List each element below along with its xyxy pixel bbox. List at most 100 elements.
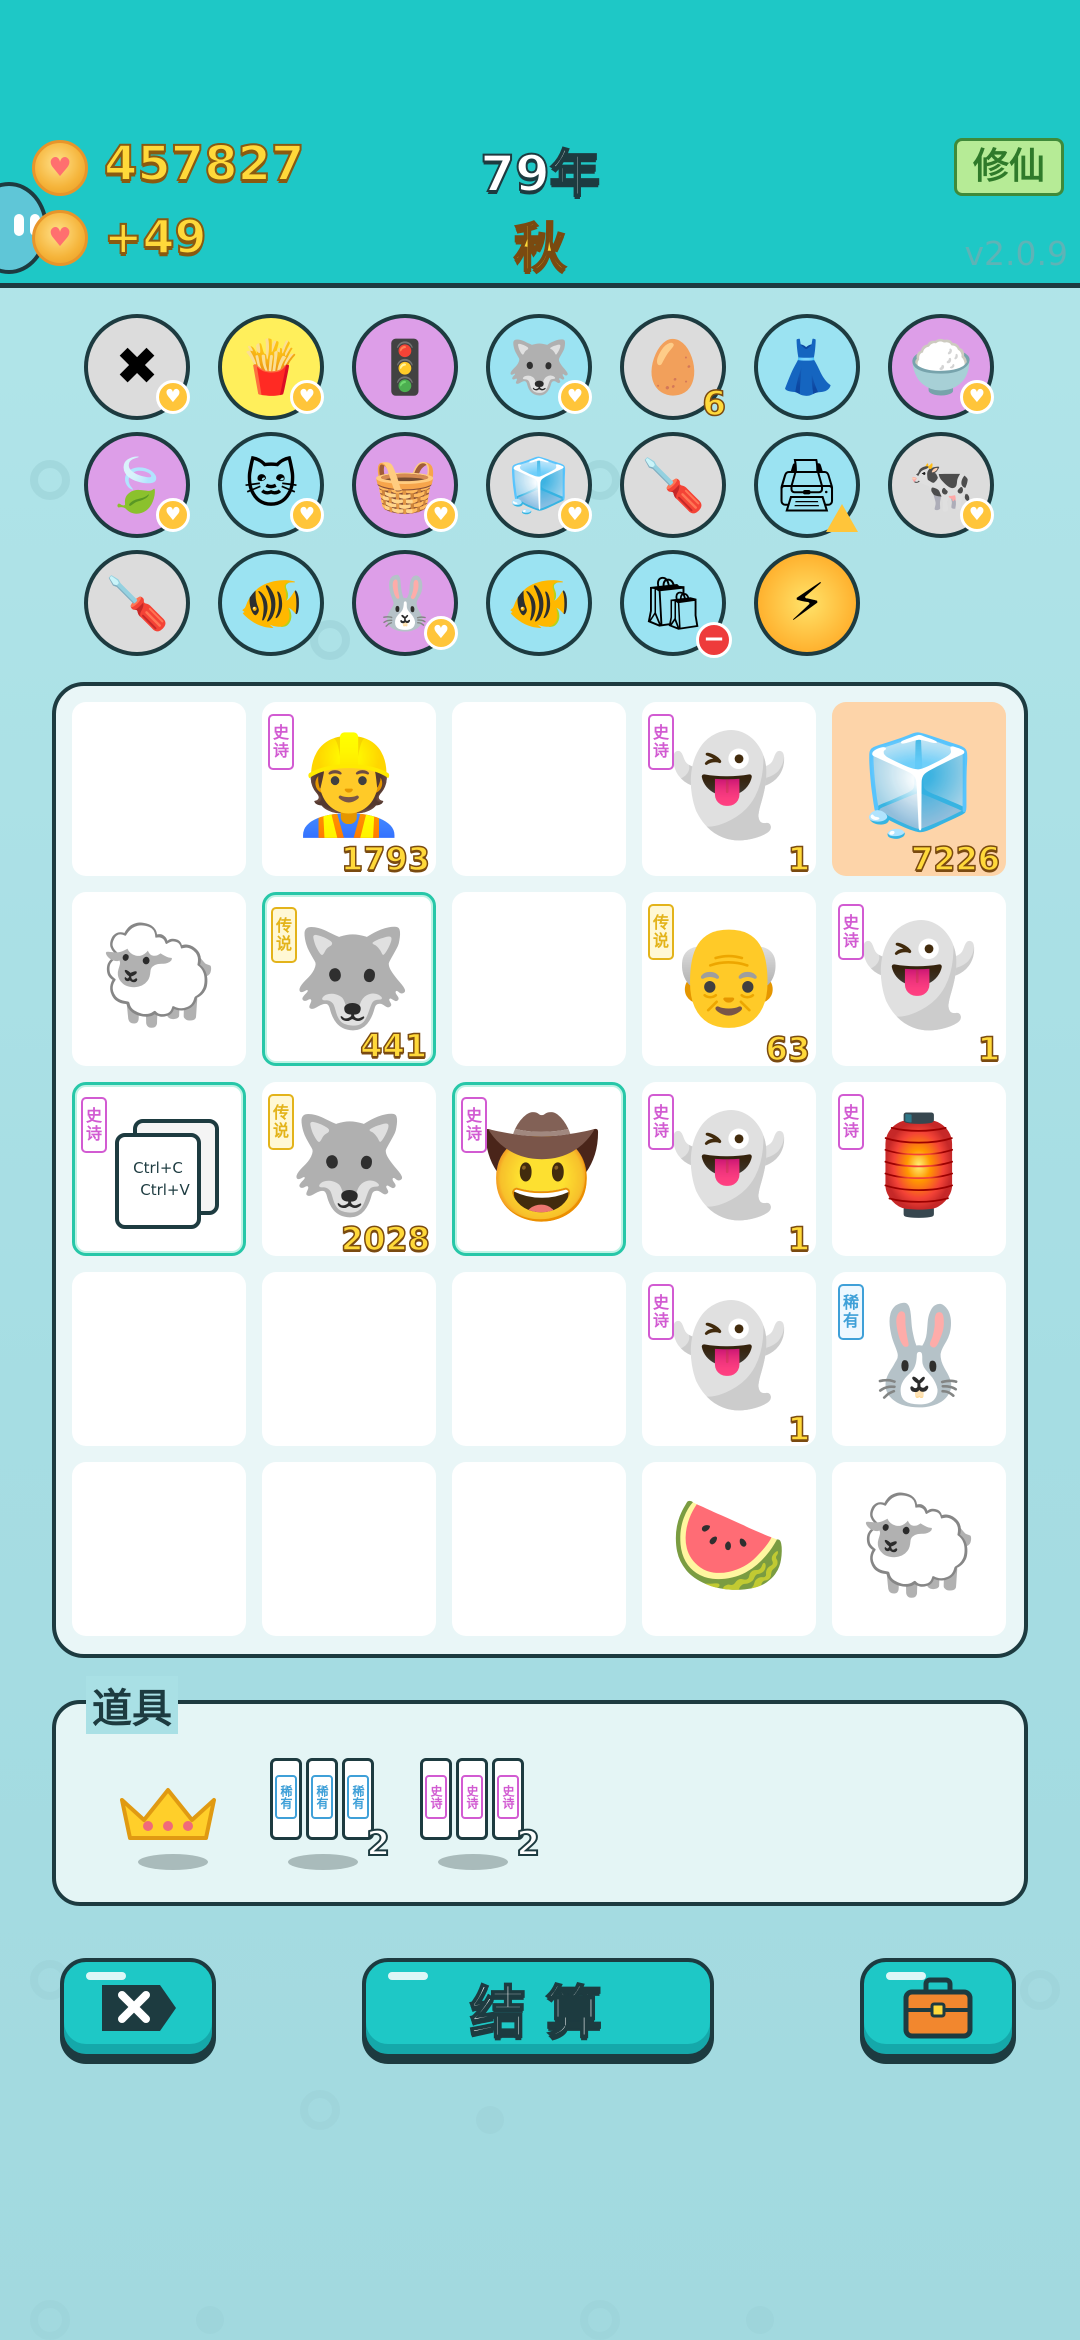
item-cow-pair[interactable]: 🐄 ♥ xyxy=(888,432,994,538)
board-slot[interactable]: 🤠 史诗 xyxy=(452,1082,626,1256)
fish-bowl-icon: 🐠 xyxy=(506,573,572,634)
settle-button[interactable]: 结算 xyxy=(362,1958,714,2058)
rarity-tag: 史诗 xyxy=(461,1097,487,1153)
heart-badge-icon: ♥ xyxy=(424,498,458,532)
rarity-tag: 史诗 xyxy=(838,904,864,960)
lightning-icon: ⚡ xyxy=(788,573,826,633)
slot-value: 1 xyxy=(977,1029,1001,1069)
item-printer[interactable]: 🖨 xyxy=(754,432,860,538)
item-fish-bowl[interactable]: 🐠 xyxy=(486,550,592,656)
coin-icon: ♥ xyxy=(32,210,88,266)
board-slot[interactable]: 👻 史诗 1 xyxy=(832,892,1006,1069)
heart-badge-icon: ♥ xyxy=(156,498,190,532)
item-lightning[interactable]: ⚡ xyxy=(754,550,860,656)
egg-carton-icon: 🥚 xyxy=(640,337,706,398)
rarity-tag: 传说 xyxy=(271,907,297,963)
props-panel: 稀有 稀有 稀有 2 史诗 史诗 史诗 2 xyxy=(52,1700,1028,1906)
item-traffic-light-ghost[interactable]: 🚦 xyxy=(352,314,458,420)
empty-slot[interactable] xyxy=(452,702,626,876)
board-slot[interactable]: 👻 史诗 1 xyxy=(642,1272,816,1449)
warning-badge-icon xyxy=(826,504,858,532)
sheep-icon: 🐑 xyxy=(859,1489,979,1601)
slot-value: 1 xyxy=(787,1219,811,1259)
remove-button[interactable] xyxy=(60,1958,216,2058)
rarity-tag: 稀有 xyxy=(838,1284,864,1340)
rare-cards-prop[interactable]: 稀有 稀有 稀有 2 xyxy=(264,1744,391,1870)
rare-cards-icon: 稀有 稀有 稀有 xyxy=(270,1758,374,1840)
fridge-icon: 🧊 xyxy=(859,729,979,841)
inventory-button[interactable] xyxy=(860,1958,1016,2058)
board-slot[interactable]: 🧊 7226 xyxy=(832,702,1006,879)
epic-cards-icon: 史诗 史诗 史诗 xyxy=(420,1758,524,1840)
screwdriver-icon: 🪛 xyxy=(640,455,706,516)
empty-slot[interactable] xyxy=(452,1462,626,1636)
crown-prop[interactable] xyxy=(114,1744,234,1870)
empty-slot[interactable] xyxy=(72,1462,246,1636)
rarity-tag: 史诗 xyxy=(838,1094,864,1150)
slot-value: 63 xyxy=(765,1029,811,1069)
item-remove-tag[interactable]: ✖ ♥ xyxy=(84,314,190,420)
copy-paste-icon: Ctrl+C Ctrl+V xyxy=(111,1119,221,1229)
item-bunny[interactable]: 🐰 ♥ xyxy=(352,550,458,656)
item-leaf[interactable]: 🍃 ♥ xyxy=(84,432,190,538)
season-label: 秋 xyxy=(513,218,567,280)
watermelon-icon: 🍉 xyxy=(669,1489,789,1601)
item-screwdriver[interactable]: 🪛 xyxy=(620,432,726,538)
board-slot[interactable]: 🐑 xyxy=(832,1462,1006,1636)
board-slot[interactable]: 🐺 传说 441 xyxy=(262,892,436,1066)
board-slot[interactable]: 🍉 xyxy=(642,1462,816,1636)
empty-slot[interactable] xyxy=(72,702,246,876)
rarity-tag: 史诗 xyxy=(268,714,294,770)
fish-bowl-icon: 🐠 xyxy=(238,573,304,634)
heart-badge-icon: ♥ xyxy=(558,380,592,414)
minus-badge-icon: − xyxy=(696,622,732,658)
slot-board: 👷 史诗 1793 👻 史诗 1 🧊 7226 🐑 🐺 传说 441 👴 传说 63 👻 史诗 1 Ctrl+C Ct… xyxy=(52,682,1028,1658)
slot-value: 1 xyxy=(787,839,811,879)
rarity-tag: 史诗 xyxy=(648,714,674,770)
traffic-light-ghost-icon: 🚦 xyxy=(372,337,438,398)
board-slot[interactable]: Ctrl+C Ctrl+V 史诗 xyxy=(72,1082,246,1256)
item-trash-bag[interactable]: 🛍 − xyxy=(620,550,732,658)
item-husky-dog[interactable]: 🐺 ♥ xyxy=(486,314,592,420)
version-label: v2.0.9 xyxy=(964,234,1069,273)
empty-slot[interactable] xyxy=(262,1272,436,1446)
xiuxian-button[interactable]: 修仙 xyxy=(954,138,1064,196)
item-cat-scratching-post[interactable]: 🐱 ♥ xyxy=(218,432,324,538)
prop-count: 2 xyxy=(515,1823,541,1865)
item-rice-bowl[interactable]: 🍚 ♥ xyxy=(888,314,994,420)
board-slot[interactable]: 🐰 稀有 xyxy=(832,1272,1006,1446)
slot-value: 7226 xyxy=(910,839,1001,879)
rarity-tag: 史诗 xyxy=(648,1284,674,1340)
empty-slot[interactable] xyxy=(452,892,626,1066)
board-slot[interactable]: 👷 史诗 1793 xyxy=(262,702,436,879)
empty-slot[interactable] xyxy=(72,1272,246,1446)
props-title: 道具 xyxy=(86,1676,178,1734)
item-egg-carton[interactable]: 🥚 6 xyxy=(620,314,727,425)
trash-bag-icon: 🛍 xyxy=(639,573,706,634)
remove-tag-icon xyxy=(102,1985,176,2031)
heart-badge-icon: ♥ xyxy=(960,498,994,532)
heart-badge-icon: ♥ xyxy=(156,380,190,414)
empty-slot[interactable] xyxy=(452,1272,626,1446)
board-slot[interactable]: 👻 史诗 1 xyxy=(642,702,816,879)
item-pleated-skirt[interactable]: 👗 xyxy=(754,314,860,420)
item-screwdriver[interactable]: 🪛 xyxy=(84,550,190,656)
settle-label: 结算 xyxy=(469,1980,622,2047)
board-slot[interactable]: 🏮 史诗 xyxy=(832,1082,1006,1256)
item-fish-bowl[interactable]: 🐠 xyxy=(218,550,324,656)
heart-badge-icon: ♥ xyxy=(960,380,994,414)
item-fruit-basket[interactable]: 🧺 ♥ xyxy=(352,432,458,538)
briefcase-icon xyxy=(903,1977,973,2039)
slot-value: 441 xyxy=(359,1026,427,1066)
board-slot[interactable]: 👻 史诗 1 xyxy=(642,1082,816,1259)
empty-slot[interactable] xyxy=(262,1462,436,1636)
epic-cards-prop[interactable]: 史诗 史诗 史诗 2 xyxy=(414,1744,541,1870)
board-slot[interactable]: 🐺 传说 2028 xyxy=(262,1082,436,1259)
money-amount: 457827 xyxy=(103,135,305,193)
cat-scratching-post-icon: 🐱 xyxy=(243,455,299,515)
coin-icon: ♥ xyxy=(32,140,88,196)
board-slot[interactable]: 👴 传说 63 xyxy=(642,892,816,1069)
board-slot[interactable]: 🐑 xyxy=(72,892,246,1066)
item-sugar-cubes[interactable]: 🧊 ♥ xyxy=(486,432,592,538)
item-french-fries[interactable]: 🍟 ♥ xyxy=(218,314,324,420)
